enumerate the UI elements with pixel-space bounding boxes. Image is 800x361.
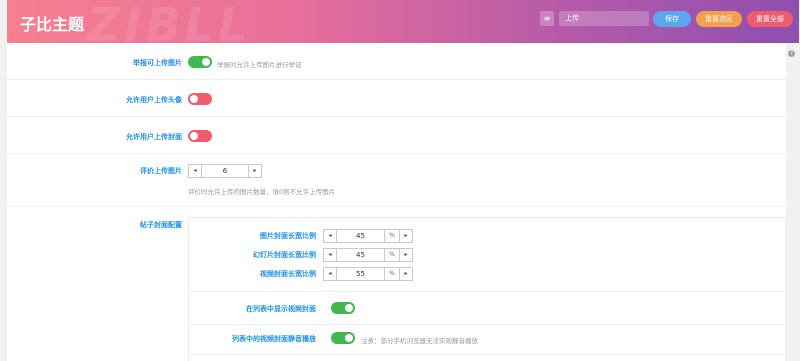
reset-section-button[interactable]: 重置选区 <box>696 11 742 27</box>
ratio-label: 幻灯片封面长宽比例 <box>253 251 316 259</box>
list-icon[interactable]: ≡ <box>540 11 554 26</box>
decrement-icon[interactable]: ◂ <box>324 230 337 242</box>
setting-label: 举报可上传图片 <box>133 59 182 67</box>
setting-description: 评价时允许上传的图片数量，填0则不允许上传图片 <box>188 188 336 196</box>
toggle-knob <box>345 334 353 342</box>
setting-description: 注意：部分手机浏览器无法实现静音播放 <box>361 337 478 345</box>
toggle-knob <box>190 95 198 103</box>
increment-icon[interactable]: ▸ <box>399 268 412 280</box>
toggle-knob <box>190 132 198 140</box>
review-image-count-stepper: ◂ 6 ▸ <box>188 164 262 178</box>
decrement-icon[interactable]: ◂ <box>324 249 337 261</box>
stepper-value[interactable]: 45 <box>337 230 384 242</box>
mute-video-label: 列表中的视频封面静音播放 <box>232 335 316 343</box>
top-header: ZIBLL 子比主题 ≡ 上传 保存 重置选区 重置全部 <box>7 0 799 52</box>
reset-all-button[interactable]: 重置全部 <box>747 11 793 27</box>
stepper-value[interactable]: 45 <box>337 249 384 261</box>
setting-row-avatar-upload: 允许用户上传头像 <box>7 80 786 117</box>
slide-cover-ratio-stepper: ◂ 45 % ▸ <box>323 248 413 262</box>
image-cover-ratio-stepper: ◂ 45 % ▸ <box>323 229 413 243</box>
decrement-icon[interactable]: ◂ <box>189 165 202 177</box>
setting-row-review-images: 评价上传图片 ◂ 6 ▸ 评价时允许上传的图片数量，填0则不允许上传图片 <box>7 154 786 207</box>
page-title: 子比主题 <box>20 15 85 34</box>
cover-config-group: 图片封面长宽比例 ◂ 45 % ▸ 幻灯片封面长宽比例 ◂ 45 % ▸ 视频封… <box>188 217 786 361</box>
cover-upload-toggle[interactable] <box>188 130 212 142</box>
increment-icon[interactable]: ▸ <box>399 230 412 242</box>
video-cover-ratio-stepper: ◂ 55 % ▸ <box>323 267 413 281</box>
divider <box>189 324 785 325</box>
decrement-icon[interactable]: ◂ <box>324 268 337 280</box>
unit-label: % <box>384 268 399 280</box>
ratio-label: 视频封面长宽比例 <box>260 270 316 278</box>
mute-video-cover-toggle[interactable] <box>331 332 355 344</box>
search-input[interactable]: 上传 <box>559 11 649 26</box>
setting-label: 允许用户上传封面 <box>126 133 182 141</box>
stepper-value[interactable]: 6 <box>202 165 248 177</box>
show-video-label: 在列表中显示视频封面 <box>246 305 316 313</box>
report-upload-toggle[interactable] <box>188 56 212 68</box>
settings-panel: 举报可上传图片 举报时允许上传图片进行举证 允许用户上传头像 允许用户上传封面 … <box>7 43 786 361</box>
show-video-cover-toggle[interactable] <box>331 302 355 314</box>
cover-config-label: 帖子封面配置 <box>140 221 182 229</box>
save-button[interactable]: 保存 <box>653 11 691 27</box>
setting-description: 举报时允许上传图片进行举证 <box>217 61 302 69</box>
setting-label: 评价上传图片 <box>140 167 182 175</box>
setting-row-cover-upload: 允许用户上传封面 <box>7 117 786 154</box>
stepper-value[interactable]: 55 <box>337 268 384 280</box>
unit-label: % <box>384 249 399 261</box>
help-icon[interactable]: ? <box>788 50 795 57</box>
increment-icon[interactable]: ▸ <box>248 165 261 177</box>
toggle-knob <box>345 304 353 312</box>
avatar-upload-toggle[interactable] <box>188 93 212 105</box>
increment-icon[interactable]: ▸ <box>399 249 412 261</box>
toggle-knob <box>202 58 210 66</box>
divider <box>189 354 785 355</box>
ratio-label: 图片封面长宽比例 <box>260 232 316 240</box>
setting-row-report-upload: 举报可上传图片 举报时允许上传图片进行举证 <box>7 43 786 80</box>
setting-label: 允许用户上传头像 <box>126 96 182 104</box>
unit-label: % <box>384 230 399 242</box>
divider <box>189 291 785 292</box>
